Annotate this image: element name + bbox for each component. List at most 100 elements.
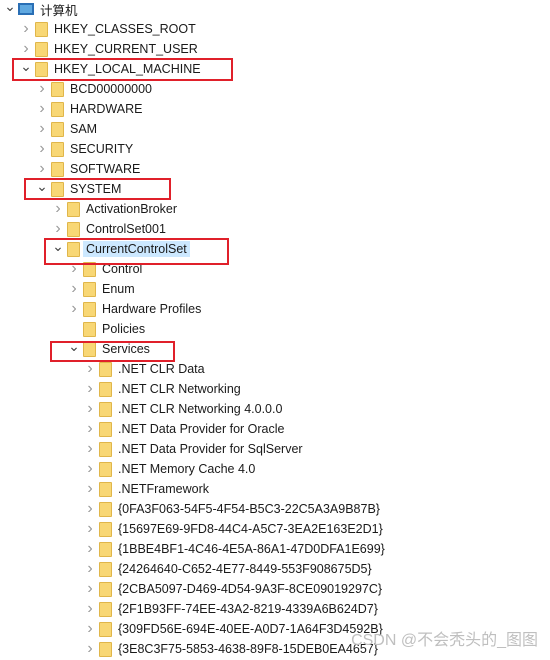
folder-icon	[99, 561, 112, 577]
tree-item[interactable]: › .NETFramework	[84, 479, 209, 499]
tree-item[interactable]: ⌄ 计算机	[4, 0, 78, 19]
tree-item-label: Hardware Profiles	[102, 302, 202, 316]
tree-item[interactable]: › {0FA3F063-54F5-4F54-B5C3-22C5A3A9B87B}	[84, 499, 380, 519]
tree-item-label: {15697E69-9FD8-44C4-A5C7-3EA2E163E2D1}	[118, 522, 383, 536]
tree-item-label: SOFTWARE	[70, 162, 141, 176]
tree-item-label: {2CBA5097-D469-4D54-9A3F-8CE09019297C}	[118, 582, 383, 596]
tree-item[interactable]: › Hardware Profiles	[68, 299, 201, 319]
tree-item[interactable]: › HKEY_CURRENT_USER	[20, 39, 198, 59]
tree-item-label: HKEY_CURRENT_USER	[54, 42, 198, 56]
chevron-right-icon[interactable]: ›	[84, 539, 96, 559]
tree-item[interactable]: › {15697E69-9FD8-44C4-A5C7-3EA2E163E2D1}	[84, 519, 383, 539]
tree-item-label: Enum	[102, 282, 135, 296]
tree-item-label: .NETFramework	[118, 482, 209, 496]
tree-item[interactable]: › HKEY_CLASSES_ROOT	[20, 19, 196, 39]
tree-item[interactable]: › {2CBA5097-D469-4D54-9A3F-8CE09019297C}	[84, 579, 382, 599]
tree-item-label: .NET Data Provider for Oracle	[118, 422, 285, 436]
folder-icon	[67, 201, 80, 217]
tree-item[interactable]: › SOFTWARE	[36, 159, 140, 179]
chevron-right-icon[interactable]: ›	[84, 419, 96, 439]
folder-icon	[99, 361, 112, 377]
folder-icon	[99, 381, 112, 397]
tree-item-label: {2F1B93FF-74EE-43A2-8219-4339A6B624D7}	[118, 602, 378, 616]
folder-icon	[35, 21, 48, 37]
chevron-right-icon[interactable]: ›	[84, 599, 96, 619]
tree-item-label: HARDWARE	[70, 102, 143, 116]
chevron-right-icon[interactable]: ›	[36, 79, 48, 99]
tree-item-label: .NET CLR Networking 4.0.0.0	[118, 402, 283, 416]
tree-item-label: Policies	[102, 322, 146, 336]
tree-item[interactable]: › .NET Memory Cache 4.0	[84, 459, 255, 479]
tree-item[interactable]: › .NET Data Provider for SqlServer	[84, 439, 303, 459]
tree-item-label: {24264640-C652-4E77-8449-553F908675D5}	[118, 562, 372, 576]
chevron-right-icon[interactable]: ›	[84, 379, 96, 399]
folder-icon	[99, 461, 112, 477]
tree-item[interactable]: › .NET CLR Networking	[84, 379, 241, 399]
chevron-right-icon[interactable]: ›	[68, 299, 80, 319]
chevron-right-icon[interactable]: ›	[84, 459, 96, 479]
chevron-right-icon[interactable]: ›	[84, 619, 96, 639]
tree-item-label: SAM	[70, 122, 98, 136]
folder-icon	[99, 401, 112, 417]
folder-icon	[51, 121, 64, 137]
folder-icon	[99, 601, 112, 617]
tree-item[interactable]: › SAM	[36, 119, 97, 139]
highlight-current-control-set	[44, 238, 229, 265]
tree-item-label: HKEY_CLASSES_ROOT	[54, 22, 196, 36]
chevron-right-icon[interactable]: ›	[52, 199, 64, 219]
folder-icon	[51, 81, 64, 97]
chevron-right-icon[interactable]: ›	[84, 359, 96, 379]
tree-item-label: .NET Data Provider for SqlServer	[118, 442, 303, 456]
tree-item-label: ControlSet001	[86, 222, 166, 236]
tree-item-label: {309FD56E-694E-40EE-A0D7-1A64F3D4592B}	[118, 622, 383, 636]
tree-item[interactable]: › ActivationBroker	[52, 199, 177, 219]
folder-icon	[51, 101, 64, 117]
chevron-right-icon[interactable]: ›	[84, 479, 96, 499]
tree-item[interactable]: › HARDWARE	[36, 99, 142, 119]
chevron-right-icon[interactable]: ›	[84, 579, 96, 599]
tree-item[interactable]: › {1BBE4BF1-4C46-4E5A-86A1-47D0DFA1E699}	[84, 539, 385, 559]
tree-item[interactable]: › BCD00000000	[36, 79, 152, 99]
tree-item[interactable]: › {309FD56E-694E-40EE-A0D7-1A64F3D4592B}	[84, 619, 383, 639]
computer-icon	[18, 3, 34, 15]
chevron-right-icon[interactable]: ›	[36, 139, 48, 159]
chevron-right-icon[interactable]: ›	[84, 559, 96, 579]
folder-icon	[35, 41, 48, 57]
chevron-down-icon[interactable]: ⌄	[4, 0, 16, 16]
folder-icon	[83, 281, 96, 297]
tree-item-label: .NET CLR Data	[118, 362, 205, 376]
tree-item-label: {3E8C3F75-5853-4638-89F8-15DEB0EA4657}	[118, 642, 378, 656]
tree-item-label: 计算机	[40, 3, 78, 18]
folder-icon	[83, 301, 96, 317]
folder-icon	[51, 141, 64, 157]
highlight-services	[50, 341, 175, 362]
tree-item[interactable]: › ControlSet001	[52, 219, 166, 239]
chevron-right-icon[interactable]: ›	[84, 499, 96, 519]
tree-item[interactable]: › Enum	[68, 279, 135, 299]
chevron-right-icon[interactable]: ›	[68, 279, 80, 299]
tree-item-label: .NET CLR Networking	[118, 382, 241, 396]
tree-item-label: {0FA3F063-54F5-4F54-B5C3-22C5A3A9B87B}	[118, 502, 380, 516]
folder-icon	[99, 481, 112, 497]
folder-icon	[51, 161, 64, 177]
chevron-right-icon[interactable]: ›	[84, 519, 96, 539]
folder-icon	[67, 221, 80, 237]
folder-icon	[99, 641, 112, 657]
tree-item[interactable]: › {2F1B93FF-74EE-43A2-8219-4339A6B624D7}	[84, 599, 378, 619]
chevron-right-icon[interactable]: ›	[84, 439, 96, 459]
chevron-right-icon[interactable]: ›	[36, 99, 48, 119]
watermark: CSDN @不会秃头的_图图	[351, 632, 538, 649]
tree-item[interactable]: › .NET CLR Networking 4.0.0.0	[84, 399, 282, 419]
chevron-right-icon[interactable]: ›	[84, 639, 96, 659]
chevron-right-icon[interactable]: ›	[36, 119, 48, 139]
chevron-right-icon[interactable]: ›	[20, 19, 32, 39]
chevron-right-icon[interactable]: ›	[84, 399, 96, 419]
folder-icon	[99, 501, 112, 517]
tree-item-label: BCD00000000	[70, 82, 153, 96]
tree-item[interactable]: › .NET CLR Data	[84, 359, 205, 379]
tree-item[interactable]: › {24264640-C652-4E77-8449-553F908675D5}	[84, 559, 372, 579]
tree-item[interactable]: › .NET Data Provider for Oracle	[84, 419, 285, 439]
tree-item[interactable]: › {3E8C3F75-5853-4638-89F8-15DEB0EA4657}	[84, 639, 378, 659]
tree-item[interactable]: › SECURITY	[36, 139, 133, 159]
folder-icon	[99, 621, 112, 637]
